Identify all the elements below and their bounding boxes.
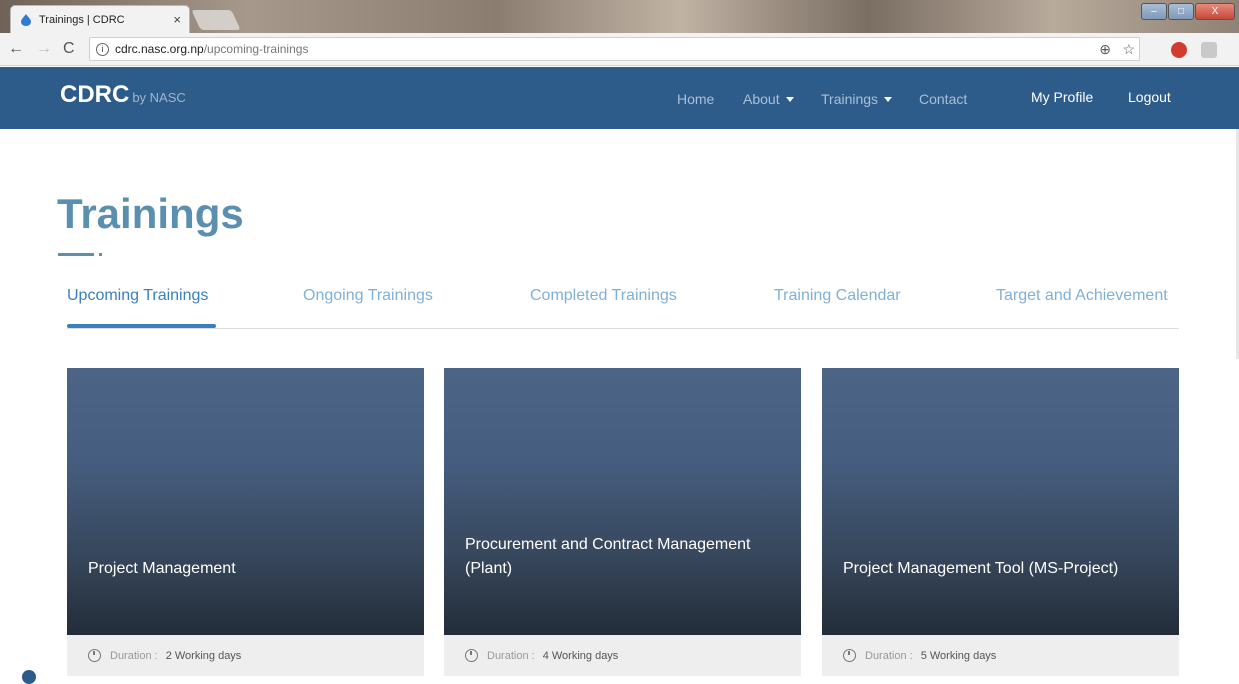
nav-trainings[interactable]: Trainings (821, 91, 893, 107)
tab-upcoming-trainings[interactable]: Upcoming Trainings (67, 287, 208, 305)
chevron-down-icon (884, 97, 893, 102)
duration-label: Duration : (110, 649, 158, 662)
page-title: Trainings (57, 190, 244, 237)
bookmark-star-icon[interactable]: ☆ (1122, 41, 1135, 58)
browser-titlebar: Trainings | CDRC × – □ X (0, 0, 1239, 33)
tab-completed-trainings[interactable]: Completed Trainings (530, 287, 677, 305)
url-input[interactable]: i cdrc.nasc.org.np/upcoming-trainings ⊕ … (89, 37, 1140, 61)
training-card[interactable]: Project Management Tool (MS-Project) Dur… (822, 368, 1179, 676)
site-header: CDRC by NASC Home About Trainings Contact… (0, 67, 1239, 129)
duration-value: 2 Working days (165, 649, 242, 662)
forward-icon[interactable]: → (36, 40, 52, 58)
nav-logout[interactable]: Logout (1128, 89, 1171, 105)
card-image[interactable]: Project Management (67, 368, 424, 635)
card-title[interactable]: Procurement and Contract Management (Pla… (465, 533, 781, 581)
chevron-down-icon (785, 97, 794, 102)
pdf-extension-icon[interactable] (1201, 42, 1217, 58)
drupal-favicon-icon (21, 13, 31, 26)
title-underline (58, 253, 94, 256)
site-logo[interactable]: CDRC by NASC (60, 81, 186, 109)
clock-icon (465, 649, 478, 662)
minimize-button[interactable]: – (1141, 3, 1167, 20)
new-tab-button[interactable] (191, 10, 241, 30)
extension-icon[interactable] (1171, 42, 1187, 58)
tab-title: Trainings | CDRC (39, 13, 125, 26)
menu-kebab-icon[interactable]: ⋮ (1232, 40, 1239, 60)
training-card[interactable]: Project Management Duration : 2 Working … (67, 368, 424, 676)
nav-home[interactable]: Home (677, 91, 714, 107)
nav-about[interactable]: About (743, 91, 794, 107)
card-title[interactable]: Project Management (88, 557, 404, 581)
duration-label: Duration : (865, 649, 913, 662)
card-image[interactable]: Procurement and Contract Management (Pla… (444, 368, 801, 635)
browser-toolbar: ← → C i cdrc.nasc.org.np/upcoming-traini… (0, 33, 1239, 66)
window-controls: – □ X (1141, 3, 1235, 20)
nav-my-profile[interactable]: My Profile (1031, 89, 1093, 105)
card-title[interactable]: Project Management Tool (MS-Project) (843, 557, 1159, 581)
reload-icon[interactable]: C (63, 40, 75, 58)
active-tab-indicator (67, 324, 216, 328)
card-image[interactable]: Project Management Tool (MS-Project) (822, 368, 1179, 635)
close-window-button[interactable]: X (1195, 3, 1235, 20)
card-duration: Duration : 5 Working days (822, 635, 1179, 676)
zoom-icon[interactable]: ⊕ (1099, 41, 1111, 58)
brand-sub: by NASC (132, 90, 186, 105)
nav-contact[interactable]: Contact (919, 91, 967, 107)
title-underline-dot (99, 253, 102, 256)
clock-icon (843, 649, 856, 662)
clock-icon (88, 649, 101, 662)
duration-label: Duration : (487, 649, 535, 662)
tab-target-and-achievement[interactable]: Target and Achievement (996, 287, 1168, 305)
training-tabs: Upcoming Trainings Ongoing Trainings Com… (67, 287, 1179, 329)
url-host: cdrc.nasc.org.np (115, 42, 204, 56)
browser-tab[interactable]: Trainings | CDRC × (10, 5, 190, 33)
tab-close-icon[interactable]: × (173, 12, 181, 27)
back-icon[interactable]: ← (8, 40, 24, 58)
maximize-button[interactable]: □ (1168, 3, 1194, 20)
url-path: /upcoming-trainings (203, 42, 309, 56)
nav-trainings-label: Trainings (821, 91, 879, 107)
duration-value: 5 Working days (920, 649, 997, 662)
duration-value: 4 Working days (542, 649, 619, 662)
card-duration: Duration : 2 Working days (67, 635, 424, 676)
tab-ongoing-trainings[interactable]: Ongoing Trainings (303, 287, 433, 305)
tab-training-calendar[interactable]: Training Calendar (774, 287, 901, 305)
info-icon[interactable]: i (96, 42, 109, 56)
card-duration: Duration : 4 Working days (444, 635, 801, 676)
brand-name: CDRC (60, 81, 130, 108)
nav-about-label: About (743, 91, 780, 107)
chat-widget-icon[interactable] (22, 670, 36, 684)
training-card[interactable]: Procurement and Contract Management (Pla… (444, 368, 801, 676)
